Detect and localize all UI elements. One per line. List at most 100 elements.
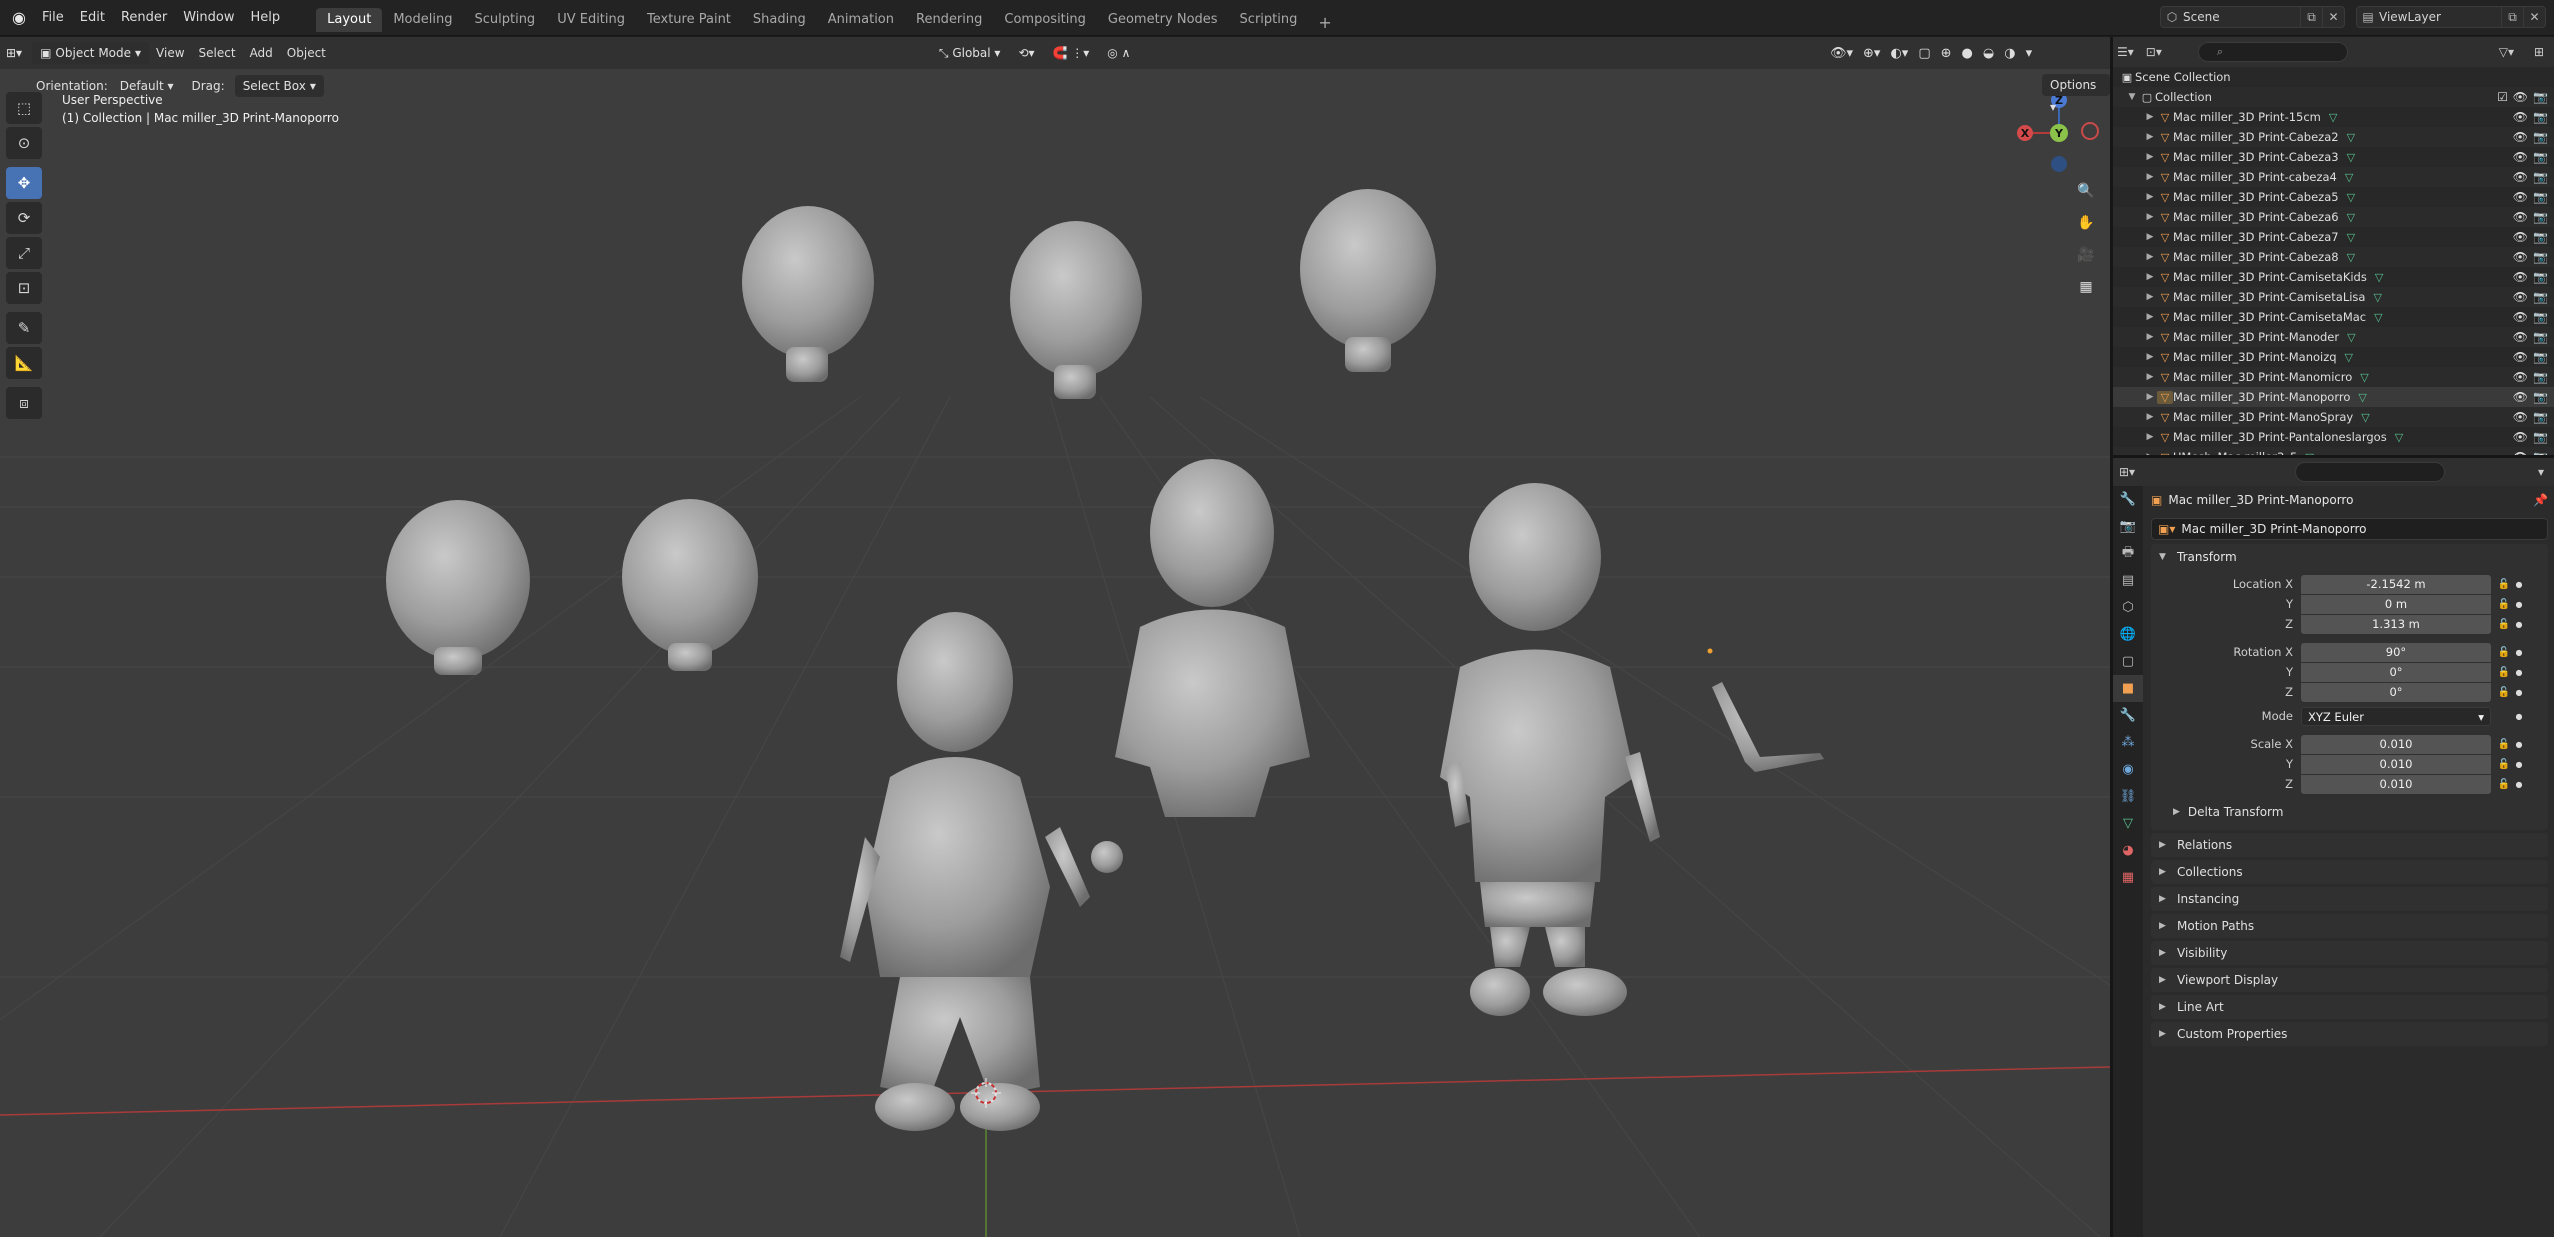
relations-panel[interactable]: ▶ Relations	[2151, 833, 2548, 857]
eye-icon[interactable]: 👁	[2513, 90, 2528, 104]
camera-icon[interactable]: 📷	[2533, 190, 2548, 204]
list-item[interactable]: ▶ ▽ Mac miller_3D Print-Cabeza5 ▽ 👁 📷	[2113, 187, 2554, 207]
menu-add[interactable]: Add	[243, 46, 280, 60]
measure-tool-icon[interactable]: 📐	[6, 347, 42, 379]
view-layer-tab-icon[interactable]: ▤	[2113, 567, 2143, 594]
camera-icon[interactable]: 📷	[2533, 210, 2548, 224]
scene-tab-icon[interactable]: ⬡	[2113, 594, 2143, 621]
outliner-editor-icon[interactable]: ☰▾	[2117, 45, 2134, 59]
scale-tool-icon[interactable]: ⤢	[6, 237, 42, 269]
list-item[interactable]: ▶ ▽ Mac miller_3D Print-15cm ▽ 👁 📷	[2113, 107, 2554, 127]
expand-icon[interactable]: ▼	[2125, 92, 2139, 102]
options-dropdown[interactable]: Options ▾	[2042, 74, 2110, 114]
constraints-tab-icon[interactable]: ⛓	[2113, 783, 2143, 810]
eye-icon[interactable]: 👁	[2513, 310, 2528, 324]
editor-type-icon[interactable]: ⊞▾	[0, 46, 28, 60]
camera-icon[interactable]: 📷	[2533, 410, 2548, 424]
list-item[interactable]: ▶ ▽ Mac miller_3D Print-CamisetaKids ▽ 👁 📷	[2113, 267, 2554, 287]
expand-icon[interactable]: ▶	[2143, 312, 2157, 322]
tab-geometry-nodes[interactable]: Geometry Nodes	[1097, 8, 1229, 32]
camera-view-icon[interactable]: 🎥	[2072, 241, 2100, 269]
copy-icon[interactable]: ⧉	[2501, 7, 2523, 27]
expand-icon[interactable]: ▶	[2143, 412, 2157, 422]
lock-icon[interactable]: 🔓	[2495, 647, 2513, 658]
list-item[interactable]: ▶ ▽ Mac miller_3D Print-CamisetaLisa ▽ 👁 📷	[2113, 287, 2554, 307]
head-model[interactable]	[1010, 221, 1142, 399]
scene-selector[interactable]: ⬡ Scene ⧉ ✕	[2160, 6, 2345, 28]
overlay-toggle-icon[interactable]: ◐▾	[1890, 46, 1908, 61]
shading-wireframe-icon[interactable]: ⊕	[1941, 46, 1952, 61]
expand-icon[interactable]: ▶	[2143, 372, 2157, 382]
eye-icon[interactable]: 👁	[2513, 430, 2528, 444]
rotation-x-field[interactable]: 90°	[2301, 642, 2491, 662]
hand-model[interactable]	[1712, 682, 1824, 772]
tool-tab-icon[interactable]: 🔧	[2113, 486, 2143, 513]
menu-edit[interactable]: Edit	[72, 6, 113, 30]
scale-x-field[interactable]: 0.010	[2301, 734, 2491, 754]
view-layer-name[interactable]: ViewLayer	[2379, 10, 2501, 24]
expand-icon[interactable]: ▶	[2143, 272, 2157, 282]
eye-icon[interactable]: 👁	[2513, 290, 2528, 304]
rotation-y-field[interactable]: 0°	[2301, 662, 2491, 682]
list-item[interactable]: ▶ ▽ Mac miller_3D Print-Cabeza8 ▽ 👁 📷	[2113, 247, 2554, 267]
shading-rendered-icon[interactable]: ◑	[2004, 46, 2015, 61]
filter-icon[interactable]: ▽▾	[2499, 45, 2514, 59]
mode-dropdown[interactable]: ▣ Object Mode ▾	[32, 42, 150, 64]
eye-icon[interactable]: 👁	[2513, 190, 2528, 204]
keyframe-dot-icon[interactable]: ●	[2513, 668, 2525, 677]
eye-icon[interactable]: 👁	[2513, 330, 2528, 344]
camera-icon[interactable]: 📷	[2533, 370, 2548, 384]
expand-icon[interactable]: ▶	[2143, 392, 2157, 402]
tab-layout[interactable]: Layout	[316, 7, 383, 32]
visibility-panel[interactable]: ▶ Visibility	[2151, 941, 2548, 965]
camera-icon[interactable]: 📷	[2533, 230, 2548, 244]
keyframe-dot-icon[interactable]: ●	[2513, 688, 2525, 697]
keyframe-dot-icon[interactable]: ●	[2513, 760, 2525, 769]
viewport-canvas[interactable]: X Y Z	[0, 37, 2110, 1237]
expand-icon[interactable]: ▶	[2143, 212, 2157, 222]
camera-icon[interactable]: 📷	[2533, 430, 2548, 444]
list-item[interactable]: ▶ ▽ Mac miller_3D Print-Pantaloneslargos ▽ 👁…	[2113, 427, 2554, 447]
lock-icon[interactable]: 🔓	[2495, 599, 2513, 610]
pin-icon[interactable]: 📌	[2533, 493, 2548, 507]
keyframe-dot-icon[interactable]: ●	[2513, 740, 2525, 749]
keyframe-dot-icon[interactable]: ●	[2513, 780, 2525, 789]
list-item[interactable]: ▶ ▽ Mac miller_3D Print-Manomicro ▽ 👁 📷	[2113, 367, 2554, 387]
scale-y-field[interactable]: 0.010	[2301, 754, 2491, 774]
annotate-tool-icon[interactable]: ✎	[6, 312, 42, 344]
eye-icon[interactable]: 👁	[2513, 150, 2528, 164]
expand-icon[interactable]: ▶	[2143, 112, 2157, 122]
view-layer-selector[interactable]: ▤ ViewLayer ⧉ ✕	[2356, 6, 2546, 28]
menu-help[interactable]: Help	[243, 6, 289, 30]
expand-icon[interactable]: ▶	[2143, 172, 2157, 182]
delta-transform-subpanel[interactable]: ▶ Delta Transform	[2151, 800, 2548, 824]
move-tool-icon[interactable]: ✥	[6, 167, 42, 199]
hand-pan-icon[interactable]: ✋	[2072, 209, 2100, 237]
eye-icon[interactable]: 👁	[2513, 250, 2528, 264]
eye-icon[interactable]: 👁	[2513, 230, 2528, 244]
custom-properties-panel[interactable]: ▶ Custom Properties	[2151, 1022, 2548, 1046]
eye-icon[interactable]: 👁	[2513, 410, 2528, 424]
copy-icon[interactable]: ⧉	[2300, 7, 2322, 27]
snap-icon[interactable]: 🧲 ⋮▾	[1047, 46, 1096, 60]
rotation-mode-dropdown[interactable]: XYZ Euler ▾	[2301, 706, 2491, 726]
list-item[interactable]: ▶ ▽ Mac miller_3D Print-Manoder ▽ 👁 📷	[2113, 327, 2554, 347]
lock-icon[interactable]: 🔓	[2495, 619, 2513, 630]
keyframe-dot-icon[interactable]: ●	[2513, 600, 2525, 609]
expand-icon[interactable]: ▶	[2143, 292, 2157, 302]
expand-icon[interactable]: ▶	[2143, 132, 2157, 142]
material-tab-icon[interactable]: ◕	[2113, 837, 2143, 864]
camera-icon[interactable]: 📷	[2533, 110, 2548, 124]
tab-compositing[interactable]: Compositing	[993, 8, 1097, 32]
tab-sculpting[interactable]: Sculpting	[463, 8, 546, 32]
checkbox-icon[interactable]: ☑	[2497, 90, 2508, 104]
list-item[interactable]: ▶ ▽ Mac miller_3D Print-Cabeza6 ▽ 👁 📷	[2113, 207, 2554, 227]
expand-icon[interactable]: ▶	[2143, 232, 2157, 242]
camera-icon[interactable]: 📷	[2533, 350, 2548, 364]
head-model[interactable]	[742, 206, 874, 382]
eye-icon[interactable]: 👁	[2513, 370, 2528, 384]
camera-icon[interactable]: 📷	[2533, 150, 2548, 164]
expand-icon[interactable]: ▶	[2143, 252, 2157, 262]
close-icon[interactable]: ✕	[2322, 7, 2344, 27]
expand-icon[interactable]: ▶	[2143, 192, 2157, 202]
